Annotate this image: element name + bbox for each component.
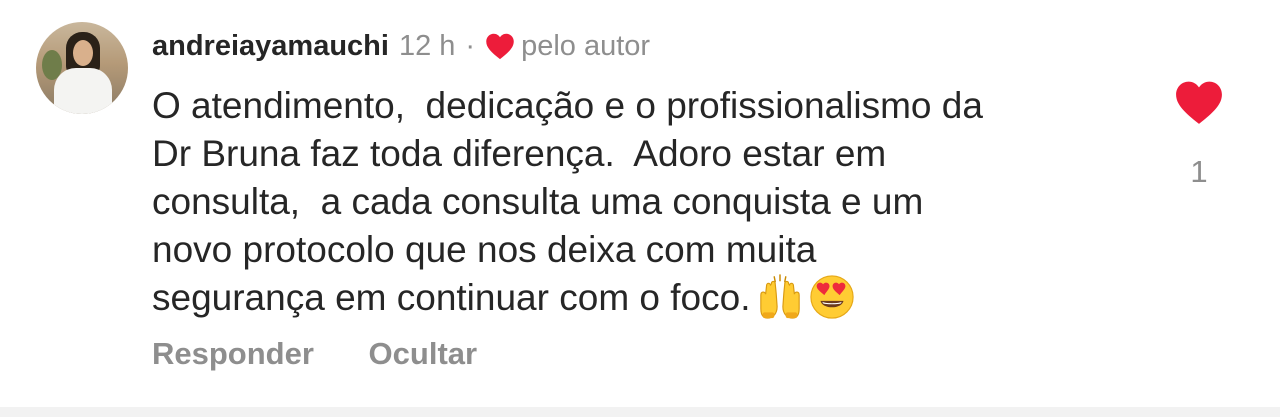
comment-line: segurança em continuar com o foco. <box>152 277 751 318</box>
separator-dot: · <box>465 30 476 62</box>
comment-line: O atendimento, dedicação e o profissiona… <box>152 85 983 126</box>
avatar-face <box>73 40 93 66</box>
comment-line: consulta, a cada consulta uma conquista … <box>152 181 924 222</box>
heart-icon <box>486 33 514 60</box>
liked-by-author-label: pelo autor <box>521 30 651 62</box>
like-count[interactable]: 1 <box>1160 154 1238 190</box>
avatar[interactable] <box>36 22 128 114</box>
like-heart-icon[interactable] <box>1174 78 1224 126</box>
comment: andreiayamauchi 12 h · pelo autor O aten… <box>0 0 1280 417</box>
avatar-shirt <box>54 68 112 114</box>
hide-button[interactable]: Ocultar <box>369 336 478 371</box>
timestamp: 12 h <box>398 30 456 62</box>
comment-line: novo protocolo que nos deixa com muita <box>152 229 817 270</box>
raising-hands-emoji <box>759 274 800 319</box>
comment-last-line: segurança em continuar com o foco. <box>152 274 1132 322</box>
comment-actions: Responder Ocultar <box>152 336 477 372</box>
comment-line: Dr Bruna faz toda diferença. Adoro estar… <box>152 133 887 174</box>
reply-button[interactable]: Responder <box>152 336 314 371</box>
heart-eyes-emoji <box>809 275 854 319</box>
comment-header: andreiayamauchi 12 h · pelo autor <box>152 28 650 64</box>
divider <box>0 407 1280 417</box>
comment-text: O atendimento, dedicação e o profissiona… <box>152 82 1132 322</box>
username[interactable]: andreiayamauchi <box>152 28 389 64</box>
